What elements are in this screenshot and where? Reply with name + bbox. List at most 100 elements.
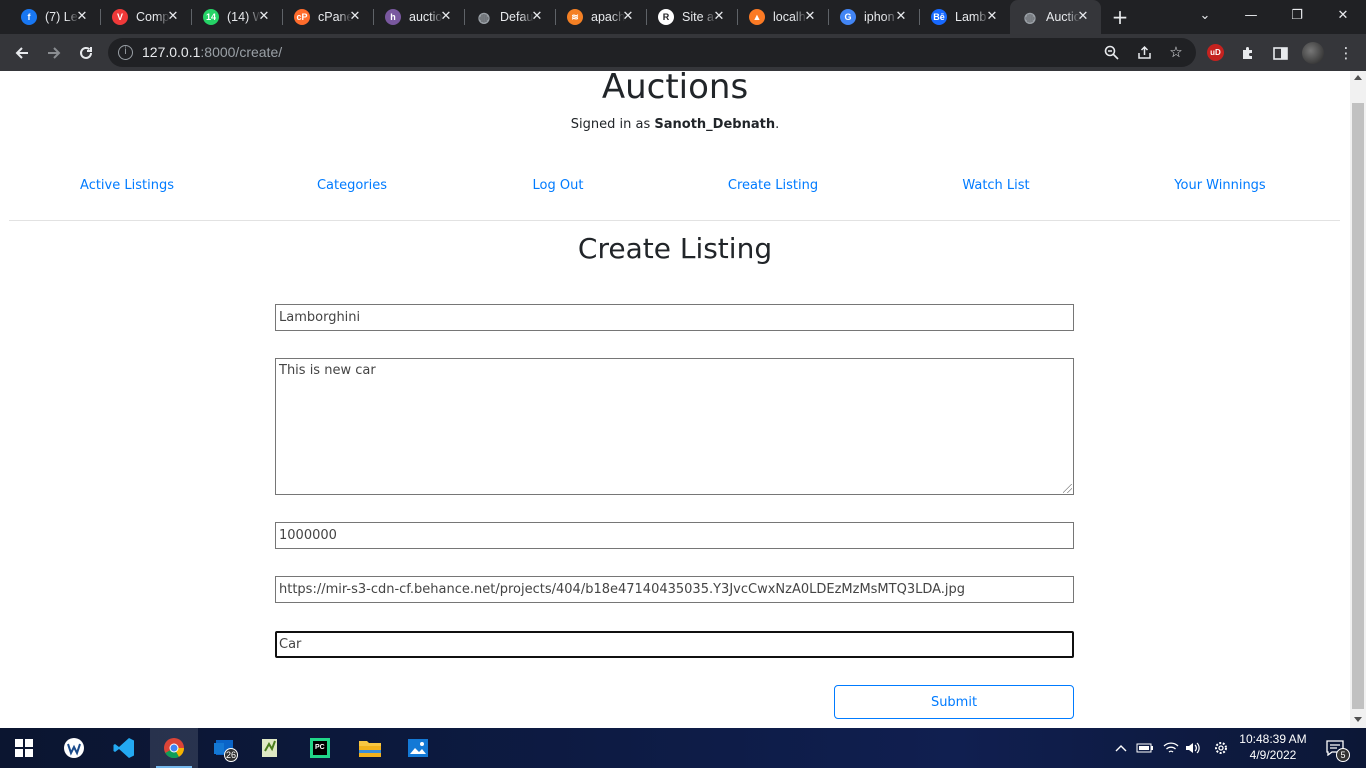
notepad-plus-icon[interactable] xyxy=(246,728,294,768)
bookmark-star-icon[interactable]: ☆ xyxy=(1166,42,1186,62)
globe-icon: ◍ xyxy=(477,8,491,25)
new-tab-button[interactable]: + xyxy=(1108,5,1132,29)
close-tab-icon[interactable]: ✕ xyxy=(802,9,818,25)
page-scrollbar[interactable] xyxy=(1350,71,1366,728)
nav-log-out[interactable]: Log Out xyxy=(533,178,584,193)
extensions-puzzle-icon[interactable] xyxy=(1238,43,1258,63)
forward-icon[interactable] xyxy=(40,39,68,67)
site-icon: R xyxy=(658,9,674,25)
close-tab-icon[interactable]: ✕ xyxy=(984,9,1000,25)
close-window-button[interactable]: ✕ xyxy=(1320,0,1366,30)
close-tab-icon[interactable]: ✕ xyxy=(529,9,545,25)
browser-tab[interactable]: V Comp ✕ xyxy=(100,0,192,34)
heroku-icon: h xyxy=(385,9,401,25)
file-explorer-icon[interactable] xyxy=(346,728,394,768)
title-input[interactable]: Lamborghini xyxy=(275,304,1074,331)
globe-icon: ◍ xyxy=(1023,8,1037,25)
site-info-icon[interactable]: i xyxy=(118,45,133,60)
nav-categories[interactable]: Categories xyxy=(317,178,387,193)
tab-separator xyxy=(919,9,920,25)
restore-button[interactable]: ❐ xyxy=(1274,0,1320,30)
browser-tab[interactable]: f (7) Le ✕ xyxy=(9,0,101,34)
close-tab-icon[interactable]: ✕ xyxy=(347,9,363,25)
nav-your-winnings[interactable]: Your Winnings xyxy=(1174,178,1265,193)
profile-avatar[interactable] xyxy=(1302,42,1324,64)
close-tab-icon[interactable]: ✕ xyxy=(620,9,636,25)
ublock-extension-icon[interactable]: uD xyxy=(1207,44,1224,61)
settings-gear-icon[interactable] xyxy=(1210,728,1232,768)
signed-in-text: Signed in as Sanoth_Debnath. xyxy=(570,117,780,132)
textarea-resize-handle[interactable] xyxy=(1063,484,1072,493)
notification-count-badge: 26 xyxy=(224,748,238,762)
back-icon[interactable] xyxy=(8,39,36,67)
browser-tab[interactable]: ▲ localh ✕ xyxy=(737,0,829,34)
nav-create-listing[interactable]: Create Listing xyxy=(728,178,818,193)
wifi-icon[interactable] xyxy=(1160,728,1182,768)
photos-icon[interactable] xyxy=(394,728,442,768)
behance-icon: Bē xyxy=(931,9,947,25)
page-viewport: Auctions Signed in as Sanoth_Debnath. Ac… xyxy=(0,71,1350,728)
close-tab-icon[interactable]: ✕ xyxy=(893,9,909,25)
nav-active-listings[interactable]: Active Listings xyxy=(80,178,174,193)
battery-icon[interactable] xyxy=(1134,728,1156,768)
page-heading: Create Listing xyxy=(577,232,773,265)
browser-tab[interactable]: h auctio ✕ xyxy=(373,0,465,34)
reload-icon[interactable] xyxy=(72,39,100,67)
tab-separator xyxy=(373,9,374,25)
scrollbar-thumb[interactable] xyxy=(1352,103,1364,709)
scroll-down-arrow[interactable] xyxy=(1354,717,1362,722)
address-bar[interactable]: i 127.0.0.1:8000/create/ ☆ xyxy=(108,38,1196,67)
browser-tab-strip: ◍ Auctio ✕ Bē Lamb ✕ Giphon ✕ ▲ localh ✕ R Site a ✕ ≋ a… xyxy=(0,0,1366,34)
xampp-icon: ▲ xyxy=(749,9,765,25)
tab-separator xyxy=(828,9,829,25)
start-windows-icon[interactable] xyxy=(0,728,48,768)
svg-text:PC: PC xyxy=(315,744,325,751)
app-icon[interactable] xyxy=(50,728,98,768)
close-tab-icon[interactable]: ✕ xyxy=(438,9,454,25)
outlook-icon[interactable]: 26 xyxy=(200,728,248,768)
chrome-menu-icon[interactable]: ⋮ xyxy=(1336,43,1356,63)
tab-separator xyxy=(555,9,556,25)
browser-tab[interactable]: ◍ Auctio ✕ xyxy=(1010,0,1101,34)
image-url-input[interactable]: https://mir-s3-cdn-cf.behance.net/projec… xyxy=(275,576,1074,603)
browser-tab[interactable]: Giphon ✕ xyxy=(828,0,920,34)
browser-tab[interactable]: Bē Lamb ✕ xyxy=(919,0,1010,34)
vscode-icon[interactable] xyxy=(100,728,148,768)
taskbar-clock[interactable]: 10:48:39 AM 4/9/2022 xyxy=(1238,731,1308,763)
tab-separator xyxy=(100,9,101,25)
action-center-icon[interactable]: 5 xyxy=(1320,728,1350,768)
nav-watch-list[interactable]: Watch List xyxy=(962,178,1029,193)
stackoverflow-icon: ≋ xyxy=(567,9,583,25)
starting-bid-input[interactable]: 1000000 xyxy=(275,522,1074,549)
pycharm-icon[interactable]: PC xyxy=(296,728,344,768)
description-textarea[interactable]: This is new car xyxy=(275,358,1074,495)
tab-separator xyxy=(646,9,647,25)
close-tab-icon[interactable]: ✕ xyxy=(74,9,90,25)
show-hidden-icons-chevron-icon[interactable] xyxy=(1112,728,1130,768)
browser-tab[interactable]: 14 (14) W ✕ xyxy=(191,0,283,34)
volume-icon[interactable] xyxy=(1182,728,1204,768)
chrome-icon[interactable] xyxy=(150,728,198,768)
browser-tab[interactable]: ◍ Defau ✕ xyxy=(464,0,556,34)
site-title: Auctions xyxy=(601,71,749,107)
close-tab-icon[interactable]: ✕ xyxy=(165,9,181,25)
side-panel-icon[interactable] xyxy=(1270,43,1290,63)
google-icon: G xyxy=(840,9,856,25)
submit-button[interactable]: Submit xyxy=(834,685,1074,719)
browser-tab[interactable]: ≋ apach ✕ xyxy=(555,0,647,34)
share-icon[interactable] xyxy=(1134,42,1154,62)
browser-tab[interactable]: R Site a ✕ xyxy=(646,0,738,34)
scroll-up-arrow[interactable] xyxy=(1354,75,1362,80)
browser-tab[interactable]: cPcPanel✕ xyxy=(282,0,374,34)
tab-search-button[interactable]: ⌄ xyxy=(1182,0,1228,30)
windows-taskbar: 26 PC 10:48:39 AM 4/9/2022 5 xyxy=(0,728,1366,768)
zoom-icon[interactable] xyxy=(1101,42,1121,62)
minimize-button[interactable]: — xyxy=(1228,0,1274,30)
facebook-icon: f xyxy=(21,9,37,25)
close-tab-icon[interactable]: ✕ xyxy=(256,9,272,25)
close-tab-icon[interactable]: ✕ xyxy=(1075,9,1091,25)
close-tab-icon[interactable]: ✕ xyxy=(711,9,727,25)
clock-date: 4/9/2022 xyxy=(1249,748,1297,762)
category-input[interactable]: Car xyxy=(275,631,1074,658)
main-nav: Active Listings Categories Log Out Creat… xyxy=(0,178,1350,198)
